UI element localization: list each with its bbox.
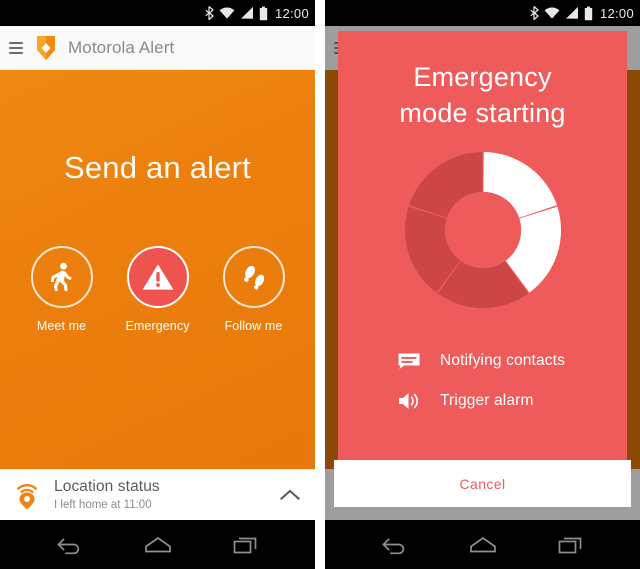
recents-icon [558, 537, 581, 553]
location-status-texts: Location status I left home at 11:00 [54, 478, 279, 513]
status-bar-clock-left: 12:00 [274, 5, 309, 21]
location-status-bar[interactable]: Location status I left home at 11:00 [0, 469, 315, 520]
home-button[interactable] [461, 529, 505, 561]
screenshot-stage: 12:00 Motorola Alert Send an alert Meet … [0, 0, 640, 569]
status-bar-left: 12:00 [0, 0, 315, 26]
action-label-meet-me: Meet me [36, 319, 87, 333]
follow-me-circle [222, 246, 285, 308]
back-button[interactable] [47, 529, 91, 561]
back-button[interactable] [372, 529, 416, 561]
status-bar-clock-right: 12:00 [599, 5, 634, 21]
dialog-status-list: Notifying contacts Trigger alarm [338, 341, 627, 421]
emergency-mode-dialog: Emergency mode starting Notifying contac… [338, 31, 627, 477]
location-status-subtitle: I left home at 11:00 [54, 498, 152, 511]
footsteps-icon [243, 265, 264, 290]
recents-button[interactable] [225, 529, 269, 561]
dialog-title-line2: mode starting [399, 98, 566, 128]
action-follow-me[interactable]: Follow me [221, 246, 287, 333]
emergency-circle [126, 246, 189, 308]
countdown-donut-icon [404, 151, 561, 309]
status-bar-right: 12:00 [325, 0, 640, 26]
hamburger-menu-icon[interactable] [9, 41, 23, 54]
home-icon [469, 536, 496, 552]
status-bar-icons-right [530, 6, 593, 21]
left-phone-screen: 12:00 Motorola Alert Send an alert Meet … [0, 0, 315, 569]
status-item-label: Trigger alarm [440, 392, 534, 409]
wifi-icon [219, 7, 235, 19]
android-nav-bar-left [0, 520, 315, 569]
android-nav-bar-right [325, 520, 640, 569]
back-arrow-icon [381, 537, 404, 554]
cancel-button-label: Cancel [459, 475, 506, 492]
back-arrow-icon [56, 537, 79, 554]
dialog-title: Emergency mode starting [338, 59, 627, 131]
alert-actions: Meet me Emergency Follow me [0, 246, 315, 333]
countdown-donut-wrap [338, 147, 627, 313]
location-pin-signal-icon [17, 484, 37, 510]
message-icon [396, 350, 422, 372]
cancel-button[interactable]: Cancel [334, 460, 631, 507]
status-item-label: Notifying contacts [440, 352, 566, 369]
status-item-notifying-contacts: Notifying contacts [338, 341, 627, 381]
battery-icon [584, 6, 593, 20]
right-phone-screen: 12:00 Emergency mode starting Notifying … [325, 0, 640, 569]
warning-triangle-icon [142, 264, 173, 290]
bluetooth-icon [530, 6, 539, 20]
action-label-emergency: Emergency [125, 319, 190, 333]
chevron-up-icon[interactable] [279, 488, 301, 502]
wifi-icon [544, 7, 560, 19]
meet-me-circle [30, 246, 93, 308]
location-status-title: Location status [54, 477, 160, 495]
recents-button[interactable] [550, 529, 594, 561]
signal-icon [240, 7, 253, 19]
motorola-alert-logo-icon [37, 35, 55, 60]
action-emergency[interactable]: Emergency [125, 246, 191, 333]
status-item-trigger-alarm: Trigger alarm [338, 381, 627, 421]
app-bar-left: Motorola Alert [0, 26, 315, 70]
action-label-follow-me: Follow me [224, 319, 283, 333]
home-button[interactable] [136, 529, 180, 561]
recents-icon [233, 537, 256, 553]
battery-icon [259, 6, 268, 20]
bluetooth-icon [205, 6, 214, 20]
home-icon [144, 536, 171, 552]
dialog-title-line1: Emergency [413, 62, 552, 92]
app-title: Motorola Alert [68, 37, 175, 57]
send-alert-body: Send an alert Meet me Emergency Follow m… [0, 70, 315, 469]
page-title: Send an alert [63, 150, 251, 185]
action-meet-me[interactable]: Meet me [29, 246, 95, 333]
walking-person-icon [50, 262, 72, 291]
signal-icon [565, 7, 578, 19]
status-bar-icons-left [205, 6, 268, 21]
speaker-volume-icon [396, 390, 422, 412]
